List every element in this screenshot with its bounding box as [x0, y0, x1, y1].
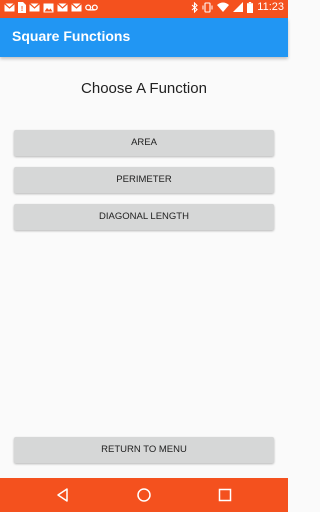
app-title: Square Functions — [12, 28, 131, 44]
vibrate-icon — [202, 1, 213, 13]
app-bar: Square Functions — [0, 18, 288, 57]
return-to-menu-button[interactable]: RETURN TO MENU — [14, 437, 274, 463]
email-icon — [4, 3, 15, 12]
email-icon — [57, 3, 68, 12]
status-bar: ! 11:23 — [0, 0, 288, 18]
image-icon — [43, 3, 54, 12]
sim-icon: ! — [18, 2, 26, 13]
wifi-icon — [217, 2, 230, 12]
recents-icon[interactable] — [217, 487, 233, 503]
perimeter-button[interactable]: PERIMETER — [14, 167, 274, 193]
signal-icon — [233, 2, 244, 12]
email-icon — [71, 3, 82, 12]
status-time: 11:23 — [257, 1, 284, 13]
back-icon[interactable] — [55, 487, 71, 503]
bluetooth-icon — [191, 1, 199, 13]
notification-icons: ! — [4, 2, 98, 13]
navigation-bar — [0, 478, 288, 512]
svg-text:!: ! — [21, 6, 23, 13]
area-button[interactable]: AREA — [14, 130, 274, 156]
system-icons: 11:23 — [191, 1, 284, 13]
diagonal-length-button[interactable]: DIAGONAL LENGTH — [14, 204, 274, 230]
home-icon[interactable] — [136, 487, 152, 503]
page-heading: Choose A Function — [81, 80, 207, 97]
voicemail-icon — [85, 4, 98, 11]
battery-icon — [247, 1, 254, 13]
email-icon — [29, 3, 40, 12]
